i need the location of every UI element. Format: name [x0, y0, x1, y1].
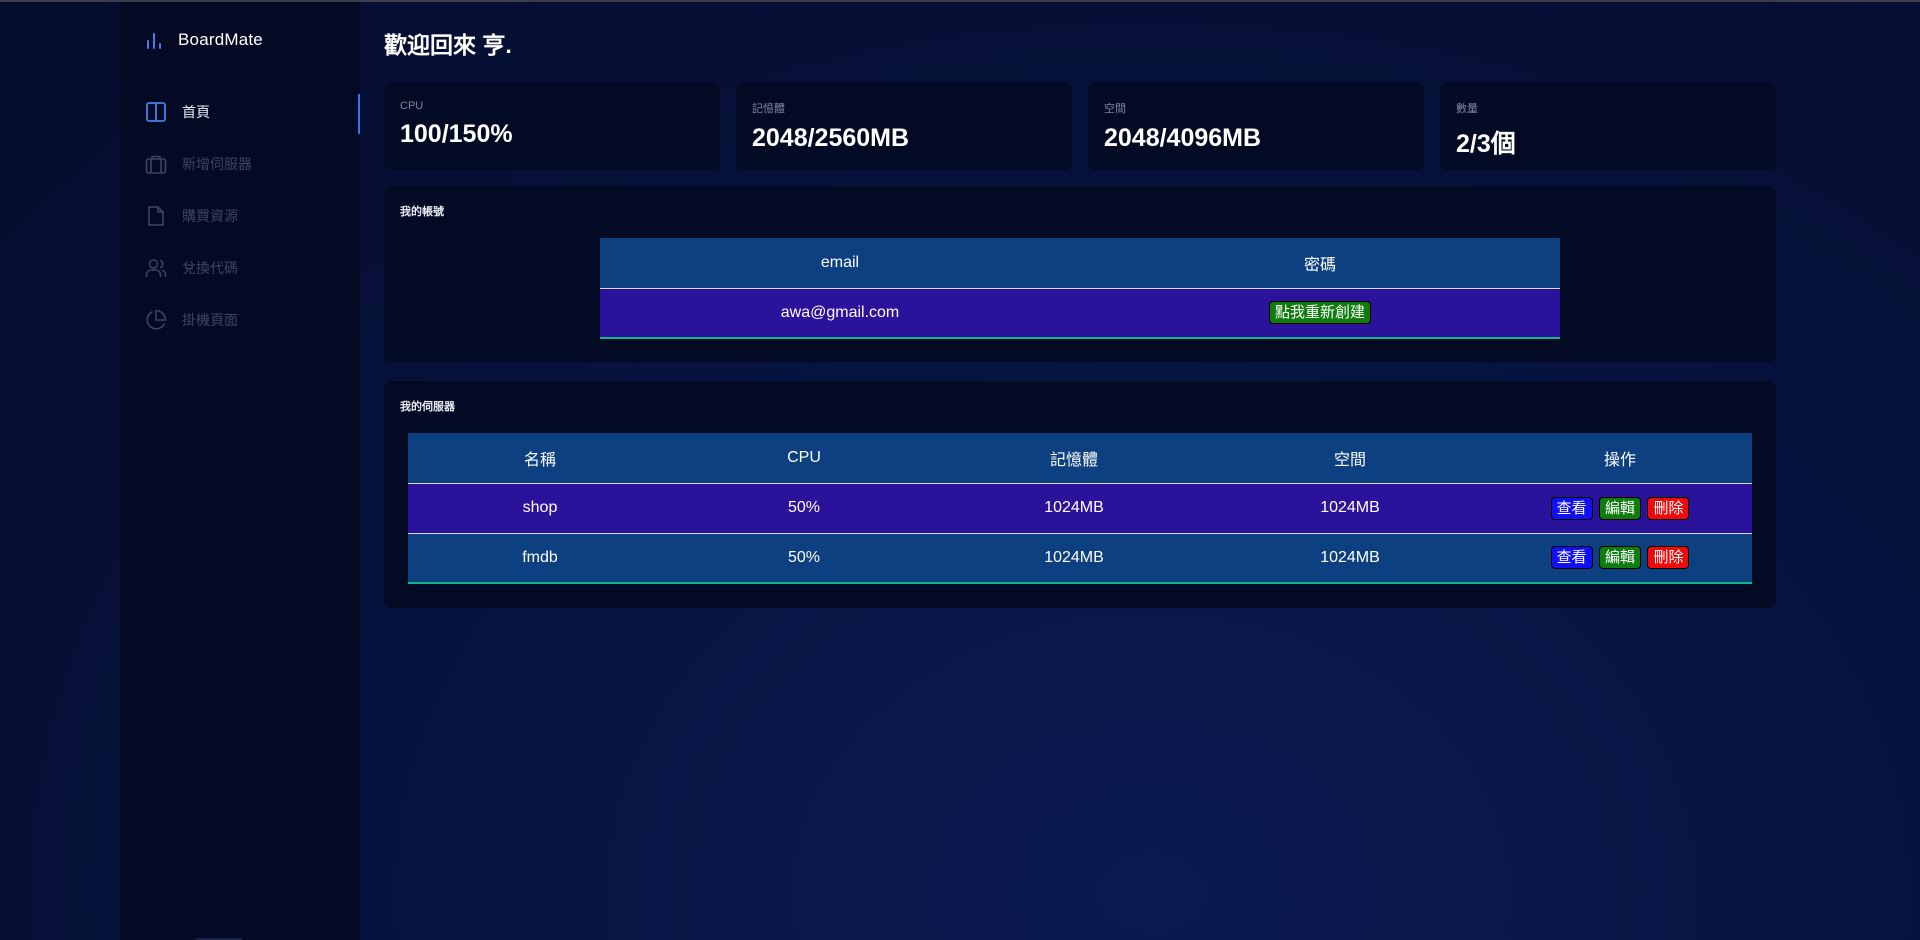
- sidebar-item-label: 購買資源: [182, 208, 238, 224]
- server-actions: 查看 編輯 刪除: [1488, 533, 1752, 583]
- table-row: shop 50% 1024MB 1024MB 查看 編輯 刪除: [408, 483, 1752, 533]
- account-email: awa@gmail.com: [780, 303, 900, 321]
- column-header: 名稱: [523, 451, 556, 469]
- brand-name: BoardMate: [178, 30, 263, 49]
- document-icon: [144, 204, 168, 228]
- pie-chart-icon: [144, 308, 168, 332]
- sidebar-item-label: 首頁: [182, 104, 210, 120]
- sidebar-item-buy-resources[interactable]: 購買資源: [120, 190, 360, 242]
- stat-value: 100/150%: [400, 120, 513, 148]
- servers-panel: 我的伺服器 名稱 CPU 記憶體 空間 操作 shop 50% 1024MB 1…: [384, 381, 1776, 608]
- delete-button[interactable]: 刪除: [1647, 496, 1690, 520]
- column-header: 操作: [1603, 451, 1636, 469]
- server-cpu: 50%: [787, 499, 821, 516]
- server-actions: 查看 編輯 刪除: [1488, 483, 1752, 533]
- sidebar-item-label: 新增伺服器: [182, 156, 252, 172]
- sidebar: BoardMate 首頁 新增伺服器 購買資源 兌換代碼 掛機頁面: [120, 2, 360, 940]
- table-row: awa@gmail.com 點我重新創建: [600, 288, 1560, 338]
- stat-label: 記憶體: [752, 103, 785, 115]
- view-button[interactable]: 查看: [1550, 546, 1593, 570]
- stat-card-memory: 記憶體 2048/2560MB: [736, 82, 1072, 170]
- stat-card-cpu: CPU 100/150%: [384, 82, 720, 170]
- bar-chart-icon: [146, 31, 162, 49]
- server-disk: 1024MB: [1320, 548, 1380, 566]
- view-button[interactable]: 查看: [1550, 496, 1593, 520]
- column-header: 記憶體: [1049, 451, 1098, 469]
- stats-cards: CPU 100/150% 記憶體 2048/2560MB 空間 2048/409…: [384, 82, 1776, 170]
- stat-label: 空間: [1104, 103, 1126, 115]
- servers-table: 名稱 CPU 記憶體 空間 操作 shop 50% 1024MB 1024MB …: [408, 433, 1752, 584]
- briefcase-icon: [144, 152, 168, 176]
- stat-card-disk: 空間 2048/4096MB: [1088, 82, 1424, 170]
- sidebar-item-label: 掛機頁面: [182, 312, 238, 328]
- stat-card-count: 數量 2/3個: [1440, 82, 1776, 170]
- sidebar-nav: 首頁 新增伺服器 購買資源 兌換代碼 掛機頁面: [120, 86, 360, 346]
- layout-columns-icon: [144, 100, 168, 124]
- panel-title: 我的帳號: [400, 206, 444, 218]
- sidebar-item-add-server[interactable]: 新增伺服器: [120, 138, 360, 190]
- sidebar-item-redeem-code[interactable]: 兌換代碼: [120, 242, 360, 294]
- users-icon: [144, 256, 168, 280]
- edit-button[interactable]: 編輯: [1598, 496, 1641, 520]
- server-cpu: 50%: [787, 548, 821, 566]
- column-header: email: [820, 253, 860, 271]
- table-header-row: 名稱 CPU 記憶體 空間 操作: [408, 433, 1752, 483]
- sidebar-item-label: 兌換代碼: [182, 260, 238, 276]
- stat-value: 2/3個: [1456, 130, 1516, 158]
- panel-title: 我的伺服器: [400, 401, 455, 413]
- account-table: email 密碼 awa@gmail.com 點我重新創建: [600, 238, 1560, 339]
- stat-label: 數量: [1456, 103, 1478, 115]
- delete-button[interactable]: 刪除: [1647, 546, 1690, 570]
- sidebar-item-afk-page[interactable]: 掛機頁面: [120, 294, 360, 346]
- server-memory: 1024MB: [1044, 499, 1104, 516]
- sidebar-item-home[interactable]: 首頁: [120, 86, 360, 138]
- server-name: shop: [522, 499, 558, 516]
- reset-password-button[interactable]: 點我重新創建: [1268, 301, 1371, 325]
- stat-value: 2048/2560MB: [752, 124, 910, 152]
- brand[interactable]: BoardMate: [146, 28, 263, 52]
- edit-button[interactable]: 編輯: [1598, 546, 1641, 570]
- table-row: fmdb 50% 1024MB 1024MB 查看 編輯 刪除: [408, 533, 1752, 583]
- stat-label: CPU: [400, 100, 424, 112]
- page-title: 歡迎回來 亨.: [384, 32, 512, 58]
- server-memory: 1024MB: [1044, 548, 1104, 566]
- server-disk: 1024MB: [1320, 499, 1380, 516]
- stat-value: 2048/4096MB: [1104, 124, 1262, 152]
- column-header: 空間: [1333, 451, 1366, 469]
- column-header: 密碼: [1303, 256, 1336, 274]
- account-panel: 我的帳號 email 密碼 awa@gmail.com 點我重新創建: [384, 186, 1776, 362]
- column-header: CPU: [787, 448, 821, 466]
- server-name: fmdb: [522, 548, 558, 566]
- password-cell: 點我重新創建: [1080, 288, 1560, 338]
- table-header-row: email 密碼: [600, 238, 1560, 288]
